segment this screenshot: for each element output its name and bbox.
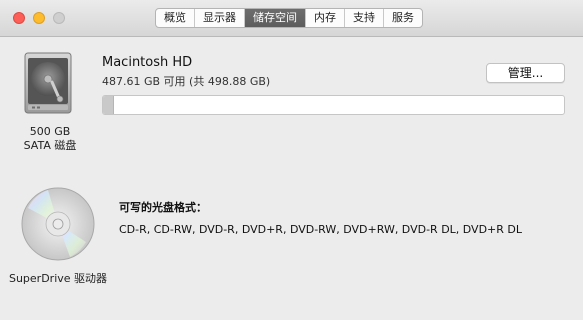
tab-bar: 概览 显示器 储存空间 内存 支持 服务 [155, 8, 423, 28]
storage-usage-bar [102, 95, 565, 115]
optical-drive-caption: SuperDrive 驱动器 [8, 272, 108, 285]
manage-button[interactable]: 管理... [486, 63, 565, 83]
tab-storage[interactable]: 储存空间 [245, 9, 306, 27]
tab-support[interactable]: 支持 [345, 9, 384, 27]
optical-disc-icon [21, 187, 95, 261]
tab-displays[interactable]: 显示器 [195, 9, 245, 27]
disk-capacity-label: 500 GB [29, 125, 71, 138]
minimize-button[interactable] [33, 12, 45, 24]
tab-service[interactable]: 服务 [384, 9, 422, 27]
storage-window: 概览 显示器 储存空间 内存 支持 服务 500 GB SATA 磁盘 Maci… [0, 0, 583, 320]
zoom-button[interactable] [53, 12, 65, 24]
disk-availability: 487.61 GB 可用 (共 498.88 GB) [102, 75, 271, 88]
close-button[interactable] [13, 12, 25, 24]
disk-type-label: SATA 磁盘 [23, 139, 77, 152]
disk-name: Macintosh HD [102, 55, 193, 70]
usage-bar-fill [103, 96, 115, 114]
writable-formats-label: 可写的光盘格式： [119, 201, 207, 214]
writable-formats-list: CD-R, CD-RW, DVD-R, DVD+R, DVD-RW, DVD+R… [119, 223, 523, 236]
tab-overview[interactable]: 概览 [156, 9, 195, 27]
tab-memory[interactable]: 内存 [306, 9, 345, 27]
hard-drive-icon [24, 52, 72, 114]
title-bar: 概览 显示器 储存空间 内存 支持 服务 [0, 0, 583, 37]
